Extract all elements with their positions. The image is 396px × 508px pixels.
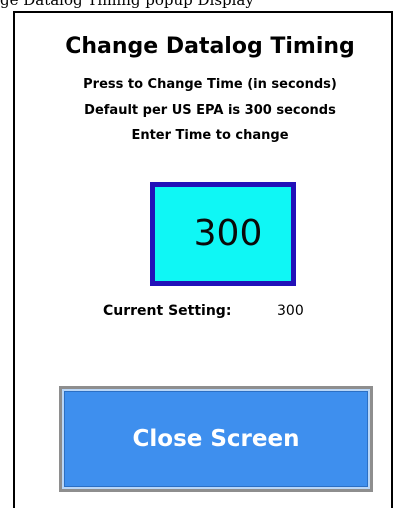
current-setting-label: Current Setting: xyxy=(103,303,232,319)
window-caption: ge Datalog Timing popup Display xyxy=(0,0,254,9)
datalog-timing-popup: Change Datalog Timing Press to Change Ti… xyxy=(13,11,393,508)
close-screen-label: Close Screen xyxy=(132,426,300,452)
popup-title: Change Datalog Timing xyxy=(65,34,355,59)
current-setting-value: 300 xyxy=(277,303,304,319)
close-screen-button[interactable]: Close Screen xyxy=(59,386,373,492)
time-input-value: 300 xyxy=(193,213,263,254)
instruction-default-epa: Default per US EPA is 300 seconds xyxy=(84,103,336,118)
time-input-field[interactable]: 300 xyxy=(150,182,296,286)
instruction-enter-time: Enter Time to change xyxy=(131,128,289,143)
instruction-press-to-change: Press to Change Time (in seconds) xyxy=(83,77,337,92)
current-setting-row: Current Setting: 300 xyxy=(15,300,396,322)
